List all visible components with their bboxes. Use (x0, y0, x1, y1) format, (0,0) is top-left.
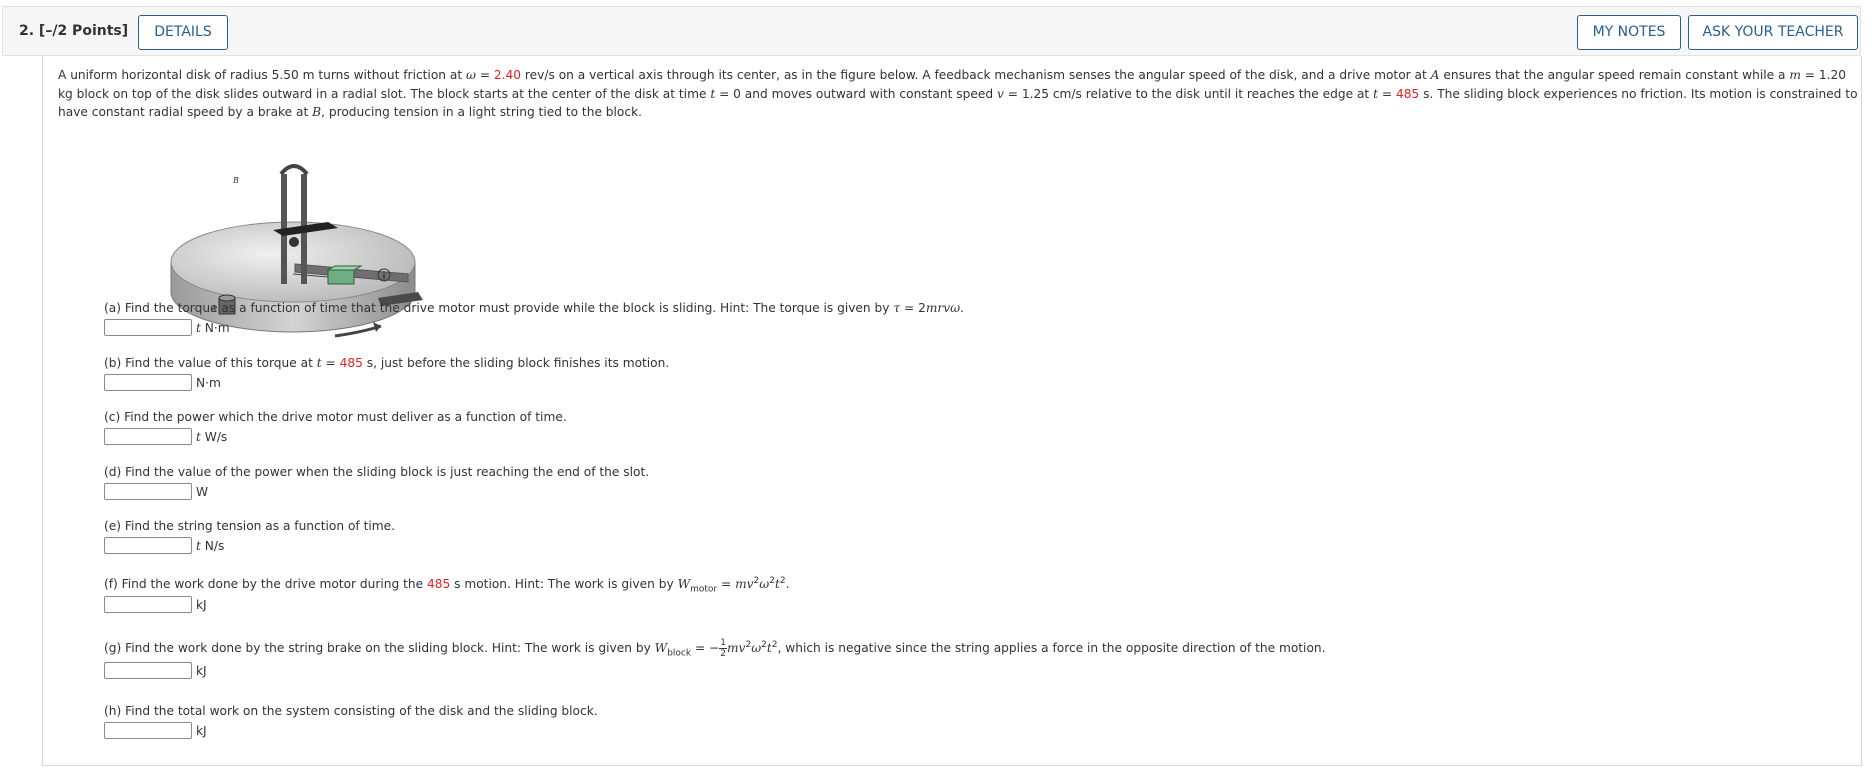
part-h-answer-input[interactable] (104, 722, 192, 739)
part-c-unit: t W/s (196, 429, 228, 444)
part-h-question: (h) Find the total work on the system co… (104, 704, 598, 718)
part-b-answer-input[interactable] (104, 374, 192, 391)
part-a-unit: t N·m (196, 320, 230, 335)
part-a-answer-input[interactable] (104, 319, 192, 336)
time-value: 485 (1395, 86, 1420, 101)
info-icon[interactable] (377, 268, 391, 282)
part-b-unit: N·m (196, 375, 221, 390)
part-f: (f) Find the work done by the drive moto… (104, 572, 789, 613)
details-button[interactable]: DETAILS (138, 15, 228, 50)
part-b: (b) Find the value of this torque at t =… (104, 354, 669, 391)
ask-your-teacher-button[interactable]: ASK YOUR TEACHER (1688, 15, 1858, 50)
part-g-unit: kJ (196, 663, 207, 678)
part-a: (a) Find the torque as a function of tim… (104, 299, 964, 336)
question-header: 2. [–/2 Points] DETAILS MY NOTES ASK YOU… (2, 6, 1861, 56)
part-e-question: (e) Find the string tension as a functio… (104, 519, 395, 533)
part-f-unit: kJ (196, 597, 207, 612)
part-g-answer-input[interactable] (104, 662, 192, 679)
part-g: (g) Find the work done by the string bra… (104, 636, 1326, 679)
part-c-answer-input[interactable] (104, 428, 192, 445)
my-notes-button[interactable]: MY NOTES (1577, 15, 1681, 50)
part-h-unit: kJ (196, 723, 207, 738)
part-f-answer-input[interactable] (104, 596, 192, 613)
part-d-unit: W (196, 484, 209, 499)
part-d-question: (d) Find the value of the power when the… (104, 465, 650, 479)
label-b: B (232, 176, 239, 185)
part-e-answer-input[interactable] (104, 537, 192, 554)
part-b-question: (b) Find the value of this torque at t =… (104, 356, 670, 370)
part-e: (e) Find the string tension as a functio… (104, 517, 395, 554)
part-h: (h) Find the total work on the system co… (104, 702, 598, 739)
part-e-unit: t N/s (196, 538, 225, 553)
part-d-answer-input[interactable] (104, 483, 192, 500)
omega-value: 2.40 (493, 68, 522, 82)
part-g-question: (g) Find the work done by the string bra… (104, 638, 1326, 660)
question-points-label: 2. [–/2 Points] (19, 23, 129, 39)
question-content: A uniform horizontal disk of radius 5.50… (42, 56, 1862, 766)
part-c: (c) Find the power which the drive motor… (104, 408, 567, 445)
part-d: (d) Find the value of the power when the… (104, 463, 649, 500)
part-f-question: (f) Find the work done by the drive moto… (104, 576, 790, 595)
part-a-question: (a) Find the torque as a function of tim… (104, 301, 964, 315)
part-c-question: (c) Find the power which the drive motor… (104, 410, 567, 424)
fraction-one-half: 12 (719, 638, 727, 660)
problem-statement: A uniform horizontal disk of radius 5.50… (58, 68, 1858, 119)
